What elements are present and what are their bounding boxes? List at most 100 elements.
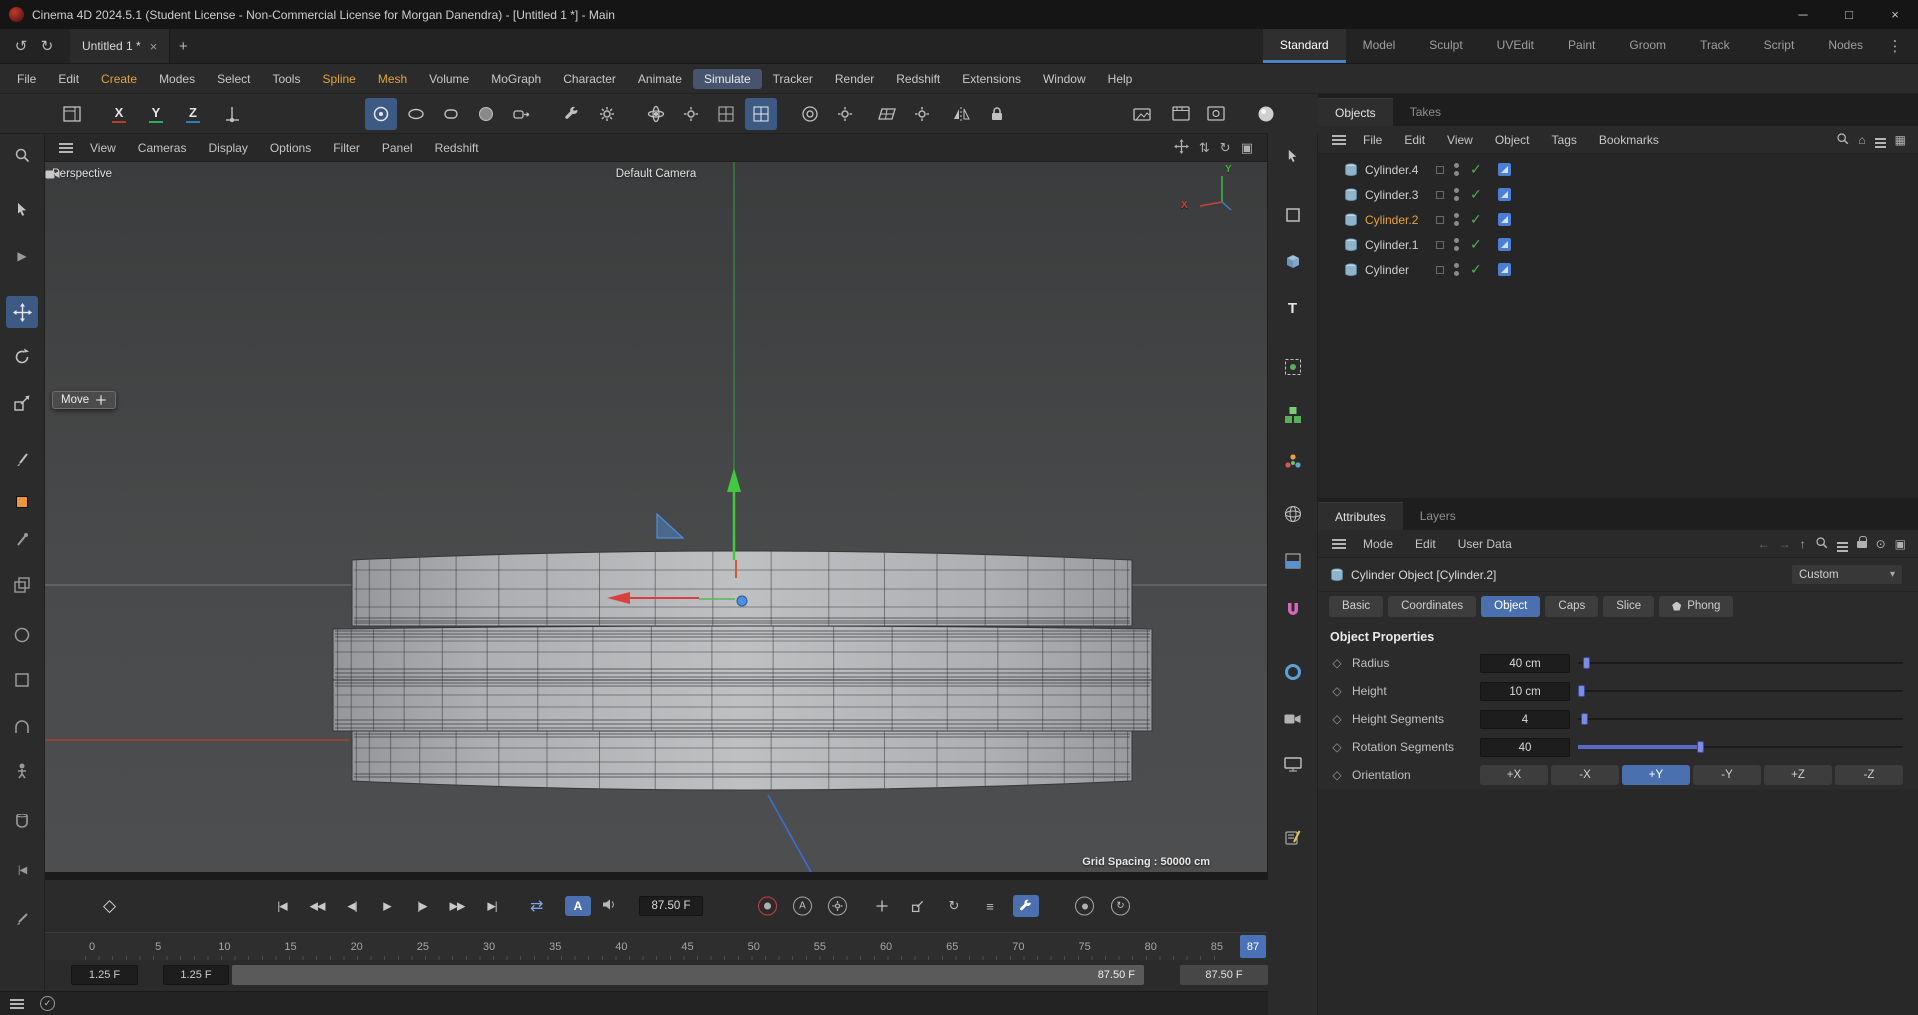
timeline-ruler[interactable]: 0510152025303540455055606570758085 87: [45, 932, 1268, 960]
object-manager-menu-item[interactable]: View: [1436, 133, 1484, 147]
layout-tab[interactable]: Paint: [1551, 29, 1612, 63]
attribute-manager-menu-item[interactable]: User Data: [1447, 537, 1523, 551]
layout-tab[interactable]: Standard: [1263, 29, 1346, 63]
layout-menu-icon[interactable]: ⋮: [1880, 29, 1910, 63]
interactive-render-icon[interactable]: [1250, 98, 1282, 130]
object-name[interactable]: Cylinder.3: [1365, 188, 1418, 202]
gyro-settings-icon[interactable]: [675, 98, 707, 130]
object-manager-menu-item[interactable]: Tags: [1541, 133, 1588, 147]
range-start-field[interactable]: 1.25 F: [71, 965, 138, 985]
enabled-check-icon[interactable]: ✓: [1470, 261, 1482, 278]
object-manager-menu-item[interactable]: Bookmarks: [1588, 133, 1670, 147]
volume-icon[interactable]: [1278, 547, 1308, 575]
visibility-dots-icon[interactable]: [1454, 263, 1459, 276]
y-axis-lock-button[interactable]: Y: [142, 98, 170, 130]
object-name[interactable]: Cylinder.2: [1365, 213, 1418, 227]
autokey-button[interactable]: A: [565, 896, 591, 916]
filter-icon[interactable]: [1837, 537, 1848, 551]
search-icon[interactable]: [1836, 132, 1849, 148]
layer-box-icon[interactable]: [1436, 166, 1444, 174]
rotate-tool-icon[interactable]: [6, 341, 38, 373]
orientation-option-button[interactable]: -X: [1551, 765, 1619, 785]
orientation-option-button[interactable]: +Y: [1622, 765, 1690, 785]
minimize-button[interactable]: ─: [1780, 0, 1826, 29]
phong-tag-icon[interactable]: [1498, 238, 1511, 251]
layer-box-icon[interactable]: [1436, 266, 1444, 274]
active-color-chip[interactable]: [16, 496, 28, 508]
sketch-tool-icon[interactable]: [6, 903, 38, 935]
current-frame-marker[interactable]: 87: [1240, 935, 1266, 958]
nav-up-icon[interactable]: ↑: [1800, 537, 1806, 551]
playback-mode-icon[interactable]: [1075, 897, 1094, 916]
simulation-sphere-icon[interactable]: [470, 98, 502, 130]
previous-frame-button[interactable]: ◀|: [339, 900, 365, 913]
record-parameter-button[interactable]: ≡: [977, 895, 1003, 917]
menu-item[interactable]: Character: [552, 69, 627, 89]
keyframe-settings-button[interactable]: [828, 897, 847, 916]
record-keyframe-button[interactable]: [758, 897, 777, 916]
new-tab-icon[interactable]: +: [170, 33, 196, 59]
simulation-disc-icon[interactable]: [400, 98, 432, 130]
mirror-icon[interactable]: [946, 98, 978, 130]
layout-tab[interactable]: Script: [1747, 29, 1812, 63]
filter-icon[interactable]: [1875, 133, 1886, 147]
viewport-menu-item[interactable]: Panel: [371, 141, 424, 155]
matrix-icon[interactable]: [1278, 401, 1308, 429]
cube-icon[interactable]: [1278, 247, 1308, 275]
section-tab[interactable]: Phong: [1659, 596, 1733, 617]
orientation-option-button[interactable]: -Y: [1693, 765, 1761, 785]
slider-handle[interactable]: [1578, 685, 1585, 697]
panel-grid-icon[interactable]: ▦: [1895, 133, 1906, 147]
object-manager-tab[interactable]: Takes: [1393, 98, 1458, 126]
menu-item[interactable]: Tools: [261, 69, 311, 89]
rotate-view-icon[interactable]: ↻: [1220, 140, 1231, 156]
layer-box-icon[interactable]: [1436, 191, 1444, 199]
enabled-check-icon[interactable]: ✓: [1470, 161, 1482, 178]
attribute-manager-menu-item[interactable]: Mode: [1352, 537, 1404, 551]
sphere-wireframe-icon[interactable]: [1278, 500, 1308, 528]
lock-icon[interactable]: [981, 98, 1013, 130]
tool-settings-gear-icon[interactable]: [591, 98, 623, 130]
object-name[interactable]: Cylinder.4: [1365, 163, 1418, 177]
object-name[interactable]: Cylinder: [1365, 263, 1409, 277]
workplane-icon[interactable]: [710, 98, 742, 130]
key-diamond-icon[interactable]: ◇: [1330, 712, 1344, 726]
quantize-settings-icon[interactable]: [906, 98, 938, 130]
attribute-manager-tab[interactable]: Attributes: [1318, 502, 1403, 530]
container-tool-icon[interactable]: [6, 805, 38, 837]
object-manager-menu-item[interactable]: Object: [1484, 133, 1541, 147]
simulation-collider-icon[interactable]: [505, 98, 537, 130]
section-tab[interactable]: Caps: [1545, 596, 1598, 617]
simulation-capsule-icon[interactable]: [435, 98, 467, 130]
object-manager-menu-icon[interactable]: [1326, 130, 1352, 150]
tool-wrench-icon[interactable]: [556, 98, 588, 130]
attribute-manager-menu-item[interactable]: Edit: [1404, 537, 1447, 551]
sound-toggle-icon[interactable]: [601, 898, 617, 915]
layer-box-icon[interactable]: [1436, 216, 1444, 224]
menu-item[interactable]: File: [6, 69, 47, 89]
attribute-manager-tab[interactable]: Layers: [1403, 502, 1473, 530]
menu-item[interactable]: Window: [1032, 69, 1097, 89]
object-row[interactable]: Cylinder.1 ✓: [1318, 232, 1918, 257]
scale-tool-icon[interactable]: [6, 387, 38, 419]
playback-rate-icon[interactable]: ↻: [1111, 897, 1130, 916]
property-value-field[interactable]: 40 cm: [1480, 654, 1570, 673]
tweak-tool-icon[interactable]: ▶: [6, 240, 38, 272]
enabled-check-icon[interactable]: ✓: [1470, 211, 1482, 228]
x-axis-lock-button[interactable]: X: [105, 98, 133, 130]
menu-item[interactable]: Tracker: [762, 69, 824, 89]
menu-item[interactable]: Mesh: [367, 69, 418, 89]
render-settings-icon[interactable]: [1200, 98, 1232, 130]
property-slider[interactable]: [1578, 739, 1903, 755]
object-row[interactable]: Cylinder.2 ✓: [1318, 207, 1918, 232]
layout-tab[interactable]: UVEdit: [1480, 29, 1551, 63]
search-icon[interactable]: [1815, 536, 1828, 552]
dolly-view-icon[interactable]: ⇅: [1199, 140, 1210, 156]
enabled-check-icon[interactable]: ✓: [1470, 236, 1482, 253]
key-diamond-icon[interactable]: ◇: [1330, 684, 1344, 698]
orientation-option-button[interactable]: +Z: [1764, 765, 1832, 785]
property-value-field[interactable]: 10 cm: [1480, 682, 1570, 701]
annotation-icon[interactable]: [1278, 823, 1308, 851]
record-scale-button[interactable]: [905, 895, 931, 917]
viewport-menu-item[interactable]: Redshift: [424, 141, 490, 155]
